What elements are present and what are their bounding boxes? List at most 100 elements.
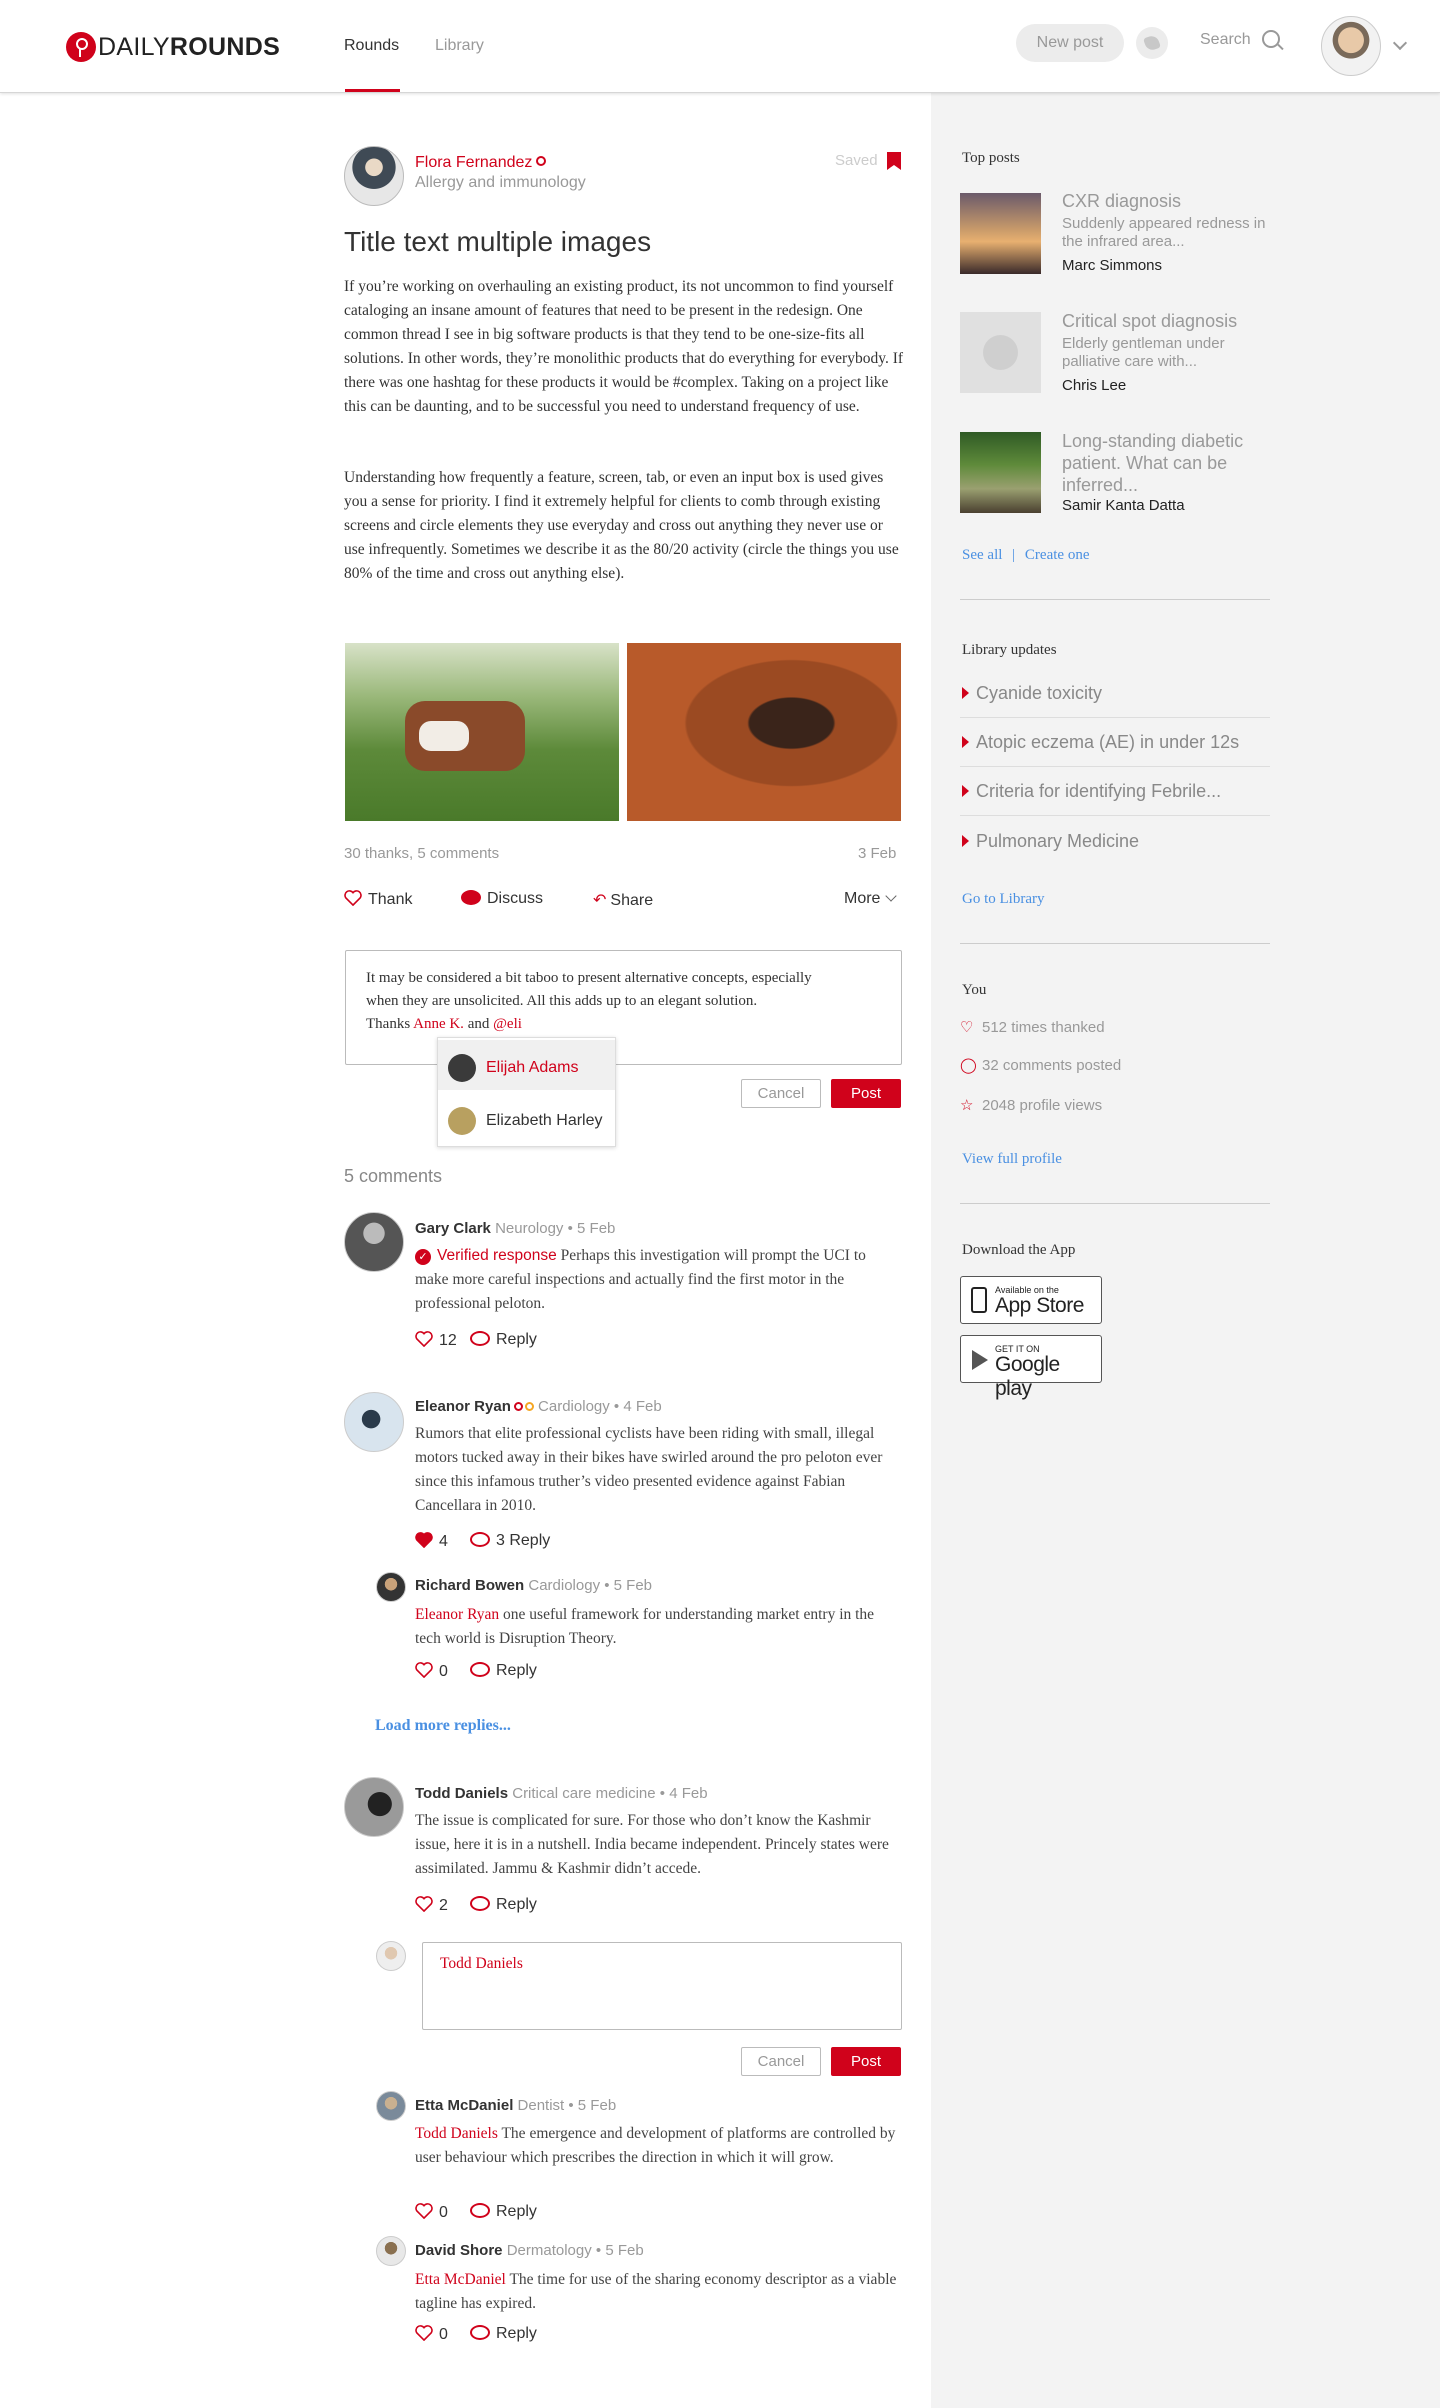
top-post-title[interactable]: Critical spot diagnosis — [1062, 311, 1237, 332]
caret-right-icon — [962, 835, 969, 847]
notification-icon[interactable] — [1136, 27, 1168, 59]
app-store-badge[interactable]: Available on the App Store — [960, 1276, 1102, 1324]
avatar[interactable] — [344, 1777, 404, 1837]
library-item-label: Cyanide toxicity — [976, 683, 1103, 703]
thank-button[interactable]: Thank — [344, 890, 412, 909]
logo-mark-icon — [66, 32, 96, 62]
like-button[interactable]: 0 — [415, 2203, 448, 2222]
comment-author[interactable]: Eleanor Ryan Cardiology • 4 Feb — [415, 1398, 662, 1415]
view-full-profile-link[interactable]: View full profile — [962, 1151, 1062, 1168]
post-button[interactable]: Post — [831, 2047, 901, 2076]
like-button[interactable]: 12 — [415, 1331, 457, 1350]
like-button[interactable]: 4 — [415, 1532, 448, 1551]
top-post-title[interactable]: CXR diagnosis — [1062, 191, 1181, 212]
reply-button[interactable]: Reply — [470, 1331, 537, 1349]
create-one-link[interactable]: Create one — [1025, 547, 1090, 563]
share-button[interactable]: ↶ Share — [593, 890, 653, 910]
saved-label: Saved — [835, 152, 878, 169]
search-icon[interactable] — [1262, 30, 1280, 48]
top-post-thumbnail[interactable] — [960, 312, 1041, 393]
library-item[interactable]: Atopic eczema (AE) in under 12s — [960, 718, 1270, 767]
comment-body: ✓ Verified response Perhaps this investig… — [415, 1247, 866, 1312]
tab-library[interactable]: Library — [435, 37, 484, 55]
dailyrounds-logo[interactable]: DAILYROUNDS — [66, 31, 280, 63]
thanked-stat: ♡ 512 times thanked — [960, 1019, 1105, 1036]
top-post-title[interactable]: Long-standing diabetic patient. What can… — [1062, 430, 1282, 496]
active-tab-indicator — [345, 89, 400, 92]
comments-count: 5 comments — [344, 1166, 443, 1186]
library-item[interactable]: Cyanide toxicity — [960, 669, 1270, 718]
top-post-author[interactable]: Marc Simmons — [1062, 257, 1162, 274]
google-play-big-text: Google play — [995, 1353, 1060, 1400]
comment-author[interactable]: Etta McDaniel Dentist • 5 Feb — [415, 2097, 616, 2114]
mention-tag[interactable]: Anne K. — [413, 1016, 464, 1032]
like-button[interactable]: 0 — [415, 2325, 448, 2344]
reply-button[interactable]: Reply — [470, 1896, 537, 1914]
chevron-down-icon[interactable] — [1392, 35, 1408, 51]
library-item[interactable]: Criteria for identifying Febrile... — [960, 767, 1270, 816]
reply-input[interactable]: Todd Daniels — [422, 1942, 902, 2030]
search-label[interactable]: Search — [1200, 31, 1251, 49]
top-post-author[interactable]: Samir Kanta Datta — [1062, 497, 1185, 514]
bookmark-icon[interactable] — [887, 152, 901, 170]
mention-tag[interactable]: Etta McDaniel — [415, 2271, 506, 2288]
mention-tag[interactable]: Todd Daniels — [415, 2125, 498, 2142]
avatar[interactable] — [344, 1212, 404, 1272]
mention-tag[interactable]: Eleanor Ryan — [415, 1606, 499, 1623]
post-button[interactable]: Post — [831, 1079, 901, 1108]
library-item[interactable]: Pulmonary Medicine — [960, 817, 1270, 866]
reply-button[interactable]: 3 Reply — [470, 1532, 550, 1550]
post-image-cow[interactable] — [345, 643, 619, 821]
app-store-big-text: App Store — [995, 1294, 1084, 1317]
cancel-button[interactable]: Cancel — [741, 2047, 821, 2076]
post-paragraph: Understanding how frequently a feature, … — [344, 469, 899, 582]
avatar[interactable] — [376, 2091, 406, 2121]
mention-option[interactable]: Elizabeth Harley — [438, 1093, 615, 1143]
post-date: 3 Feb — [858, 845, 897, 862]
heart-icon — [415, 1896, 433, 1912]
mention-suggestions: Elijah Adams Elizabeth Harley — [437, 1037, 616, 1147]
reply-button[interactable]: Reply — [470, 2325, 537, 2343]
comment-author[interactable]: Richard Bowen Cardiology • 5 Feb — [415, 1577, 652, 1594]
discuss-button[interactable]: Discuss — [461, 890, 543, 908]
go-to-library-link[interactable]: Go to Library — [962, 891, 1044, 908]
more-button[interactable]: More — [844, 890, 898, 908]
post-image-orangutan[interactable] — [627, 643, 901, 821]
like-button[interactable]: 0 — [415, 1662, 448, 1681]
cancel-button[interactable]: Cancel — [741, 1079, 821, 1108]
heart-icon — [344, 890, 362, 906]
like-button[interactable]: 2 — [415, 1896, 448, 1915]
comment-author[interactable]: Todd Daniels Critical care medicine • 4 … — [415, 1785, 708, 1802]
top-post-author[interactable]: Chris Lee — [1062, 377, 1126, 394]
post-author-specialty: Allergy and immunology — [415, 174, 586, 191]
comment-composer[interactable]: It may be considered a bit taboo to pres… — [345, 950, 902, 1065]
composer-text[interactable]: It may be considered a bit taboo to pres… — [366, 967, 886, 1036]
avatar[interactable] — [344, 1392, 404, 1452]
post-author-avatar[interactable] — [344, 146, 404, 206]
user-avatar[interactable] — [1321, 16, 1381, 76]
new-post-button[interactable]: New post — [1016, 24, 1124, 62]
see-all-link[interactable]: See all — [962, 547, 1002, 563]
reply-button[interactable]: Reply — [470, 2203, 537, 2221]
tab-rounds[interactable]: Rounds — [344, 37, 399, 55]
star-icon: ☆ — [960, 1097, 974, 1114]
comment-icon — [470, 1532, 490, 1547]
load-more-replies-link[interactable]: Load more replies... — [375, 1717, 511, 1735]
mention-option[interactable]: Elijah Adams — [438, 1040, 615, 1090]
avatar[interactable] — [376, 2236, 406, 2266]
post-stats[interactable]: 30 thanks, 5 comments — [344, 845, 499, 862]
post-author-name[interactable]: Flora Fernandez — [415, 154, 547, 172]
library-item-label: Atopic eczema (AE) in under 12s — [976, 732, 1240, 752]
top-post-thumbnail[interactable] — [960, 432, 1041, 513]
verified-badge: ✓ Verified response — [415, 1247, 557, 1265]
comment-author[interactable]: David Shore Dermatology • 5 Feb — [415, 2242, 644, 2259]
comment-author[interactable]: Gary Clark Neurology • 5 Feb — [415, 1220, 615, 1237]
google-play-badge[interactable]: GET IT ON Google play — [960, 1335, 1102, 1400]
mention-typing: @eli — [493, 1016, 522, 1032]
download-app-heading: Download the App — [962, 1242, 1076, 1258]
comment-icon — [470, 1896, 490, 1911]
top-post-thumbnail[interactable] — [960, 193, 1041, 274]
avatar[interactable] — [376, 1572, 406, 1602]
caret-right-icon — [962, 785, 969, 797]
reply-button[interactable]: Reply — [470, 1662, 537, 1680]
